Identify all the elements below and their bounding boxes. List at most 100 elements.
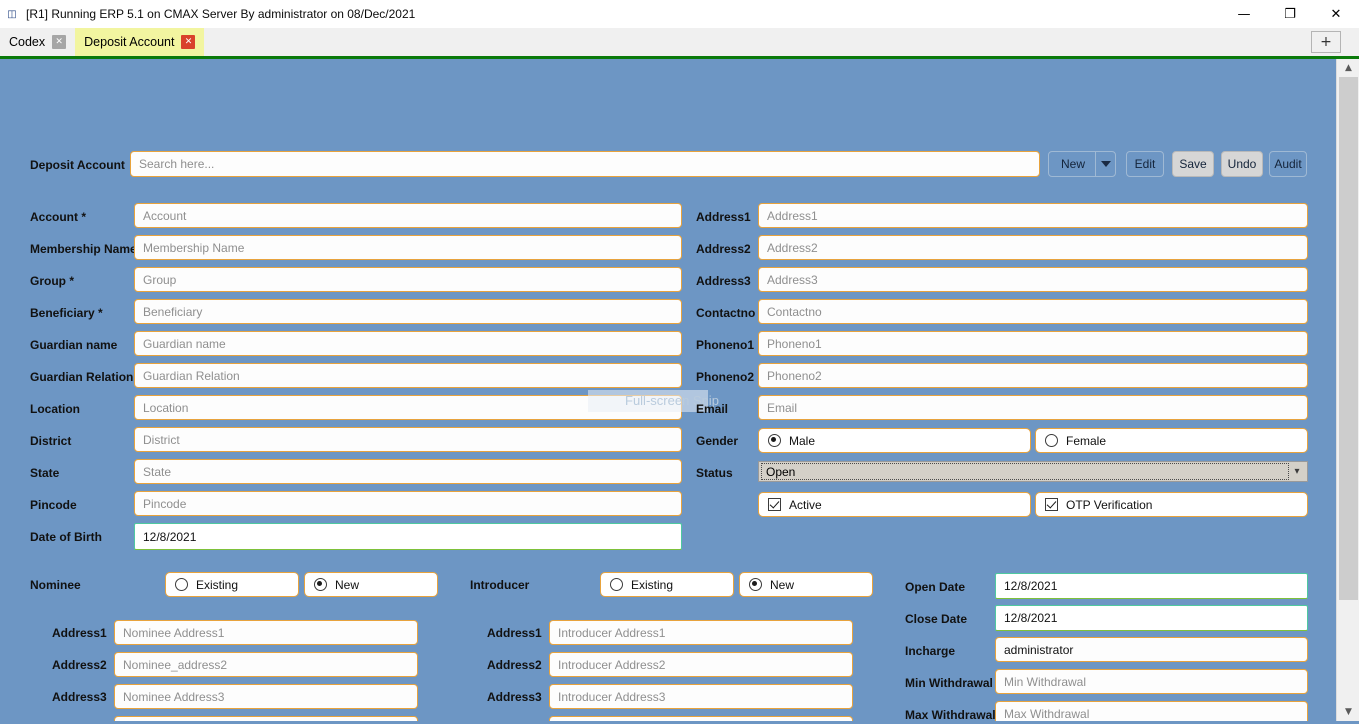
radio-icon[interactable] — [610, 578, 623, 591]
save-button[interactable]: Save — [1172, 151, 1214, 177]
checkbox-icon[interactable] — [768, 498, 781, 511]
state-input[interactable]: State — [134, 459, 682, 484]
radio-icon[interactable] — [768, 434, 781, 447]
introducer-address2-label: Address2 — [487, 658, 542, 672]
close-date-label: Close Date — [905, 612, 968, 626]
gender-male-option[interactable]: Male — [758, 428, 1031, 453]
edit-button[interactable]: Edit — [1126, 151, 1164, 177]
introducer-address2-input[interactable]: Introducer Address2 — [549, 652, 853, 677]
incharge-input[interactable]: administrator — [995, 637, 1308, 662]
group-label: Group * — [30, 274, 74, 288]
close-date-input[interactable]: 12/8/2021 — [995, 605, 1308, 631]
radio-icon[interactable] — [314, 578, 327, 591]
nominee-address2-input[interactable]: Nominee_address2 — [114, 652, 418, 677]
address3-input[interactable]: Address3 — [758, 267, 1308, 292]
radio-icon[interactable] — [175, 578, 188, 591]
nominee-new-label: New — [335, 577, 360, 592]
undo-button[interactable]: Undo — [1221, 151, 1263, 177]
active-checkbox-row[interactable]: Active — [758, 492, 1031, 517]
new-button-label: New — [1061, 157, 1086, 171]
tab-deposit-account[interactable]: Deposit Account ✕ — [75, 28, 205, 56]
close-window-button[interactable]: ✕ — [1313, 0, 1359, 28]
nominee-existing-label: Existing — [196, 577, 239, 592]
gender-female-label: Female — [1066, 433, 1107, 448]
max-withdrawal-label: Max Withdrawal — [905, 708, 996, 721]
date-of-birth-input[interactable]: 12/8/2021 — [134, 523, 682, 550]
introducer-address3-label: Address3 — [487, 690, 542, 704]
max-withdrawal-input[interactable]: Max Withdrawal — [995, 701, 1308, 721]
search-input[interactable]: Search here... — [130, 151, 1040, 177]
otp-verification-checkbox-row[interactable]: OTP Verification — [1035, 492, 1308, 517]
chevron-down-icon[interactable] — [1095, 152, 1115, 176]
nominee-label: Nominee — [30, 578, 81, 592]
address1-label: Address1 — [696, 210, 751, 224]
contactno-input[interactable]: Contactno — [758, 299, 1308, 324]
scrollbar-thumb[interactable] — [1339, 77, 1358, 600]
district-input[interactable]: District — [134, 427, 682, 452]
nominee-new-option[interactable]: New — [304, 572, 438, 597]
introducer-distance-input[interactable]: Introducer Distance — [549, 716, 853, 721]
min-withdrawal-input[interactable]: Min Withdrawal — [995, 669, 1308, 694]
status-select-value: Open — [761, 463, 1289, 480]
state-label: State — [30, 466, 60, 480]
date-of-birth-label: Date of Birth — [30, 530, 102, 544]
group-input[interactable]: Group — [134, 267, 682, 292]
tab-codex-label: Codex — [9, 35, 46, 49]
form-workspace: Deposit Account Search here... New Edit … — [0, 59, 1359, 721]
gender-female-option[interactable]: Female — [1035, 428, 1308, 453]
beneficiary-input[interactable]: Beneficiary — [134, 299, 682, 324]
beneficiary-label: Beneficiary * — [30, 306, 103, 320]
guardian-relation-input[interactable]: Guardian Relation — [134, 363, 682, 388]
radio-icon[interactable] — [749, 578, 762, 591]
radio-icon[interactable] — [1045, 434, 1058, 447]
tab-codex[interactable]: Codex ✕ — [0, 28, 75, 56]
email-input[interactable]: Email — [758, 395, 1308, 420]
active-label: Active — [789, 497, 822, 512]
introducer-address1-label: Address1 — [487, 626, 542, 640]
location-input[interactable]: Location — [134, 395, 682, 420]
pincode-input[interactable]: Pincode — [134, 491, 682, 516]
status-label: Status — [696, 466, 733, 480]
gender-label: Gender — [696, 434, 739, 448]
address2-input[interactable]: Address2 — [758, 235, 1308, 260]
contactno-label: Contactno — [696, 306, 756, 320]
address1-input[interactable]: Address1 — [758, 203, 1308, 228]
incharge-label: Incharge — [905, 644, 956, 658]
checkbox-icon[interactable] — [1045, 498, 1058, 511]
nominee-address3-input[interactable]: Nominee Address3 — [114, 684, 418, 709]
open-date-input[interactable]: 12/8/2021 — [995, 573, 1308, 599]
tab-deposit-account-label: Deposit Account — [84, 35, 175, 49]
introducer-new-option[interactable]: New — [739, 572, 873, 597]
introducer-new-label: New — [770, 577, 795, 592]
close-icon[interactable]: ✕ — [181, 35, 196, 49]
guardian-name-input[interactable]: Guardian name — [134, 331, 682, 356]
introducer-address1-input[interactable]: Introducer Address1 — [549, 620, 853, 645]
min-withdrawal-label: Min Withdrawal — [905, 676, 993, 690]
nominee-distance-input[interactable]: Nominee Distance — [114, 716, 418, 721]
chevron-down-icon[interactable]: ▾ — [1289, 466, 1305, 477]
phoneno1-input[interactable]: Phoneno1 — [758, 331, 1308, 356]
introducer-address3-input[interactable]: Introducer Address3 — [549, 684, 853, 709]
nominee-existing-option[interactable]: Existing — [165, 572, 299, 597]
account-input[interactable]: Account — [134, 203, 682, 228]
maximize-restore-button[interactable]: ❐ — [1267, 0, 1313, 28]
pincode-label: Pincode — [30, 498, 77, 512]
form-scroll-content: Deposit Account Search here... New Edit … — [0, 59, 1336, 721]
membership-name-input[interactable]: Membership Name — [134, 235, 682, 260]
guardian-relation-label: Guardian Relation — [30, 370, 134, 384]
scroll-down-icon[interactable]: ▼ — [1337, 703, 1359, 721]
account-label: Account * — [30, 210, 87, 224]
gender-male-label: Male — [789, 433, 816, 448]
phoneno2-input[interactable]: Phoneno2 — [758, 363, 1308, 388]
close-icon[interactable]: ✕ — [52, 35, 67, 49]
vertical-scrollbar[interactable]: ▲ ▼ — [1336, 59, 1359, 721]
new-button[interactable]: New — [1048, 151, 1116, 177]
window-controls: — ❐ ✕ — [1221, 0, 1359, 28]
minimize-button[interactable]: — — [1221, 0, 1267, 28]
new-tab-button[interactable]: + — [1311, 31, 1341, 53]
status-select[interactable]: Open ▾ — [758, 461, 1308, 482]
scroll-up-icon[interactable]: ▲ — [1337, 59, 1359, 77]
audit-button[interactable]: Audit — [1269, 151, 1307, 177]
introducer-existing-option[interactable]: Existing — [600, 572, 734, 597]
nominee-address1-input[interactable]: Nominee Address1 — [114, 620, 418, 645]
